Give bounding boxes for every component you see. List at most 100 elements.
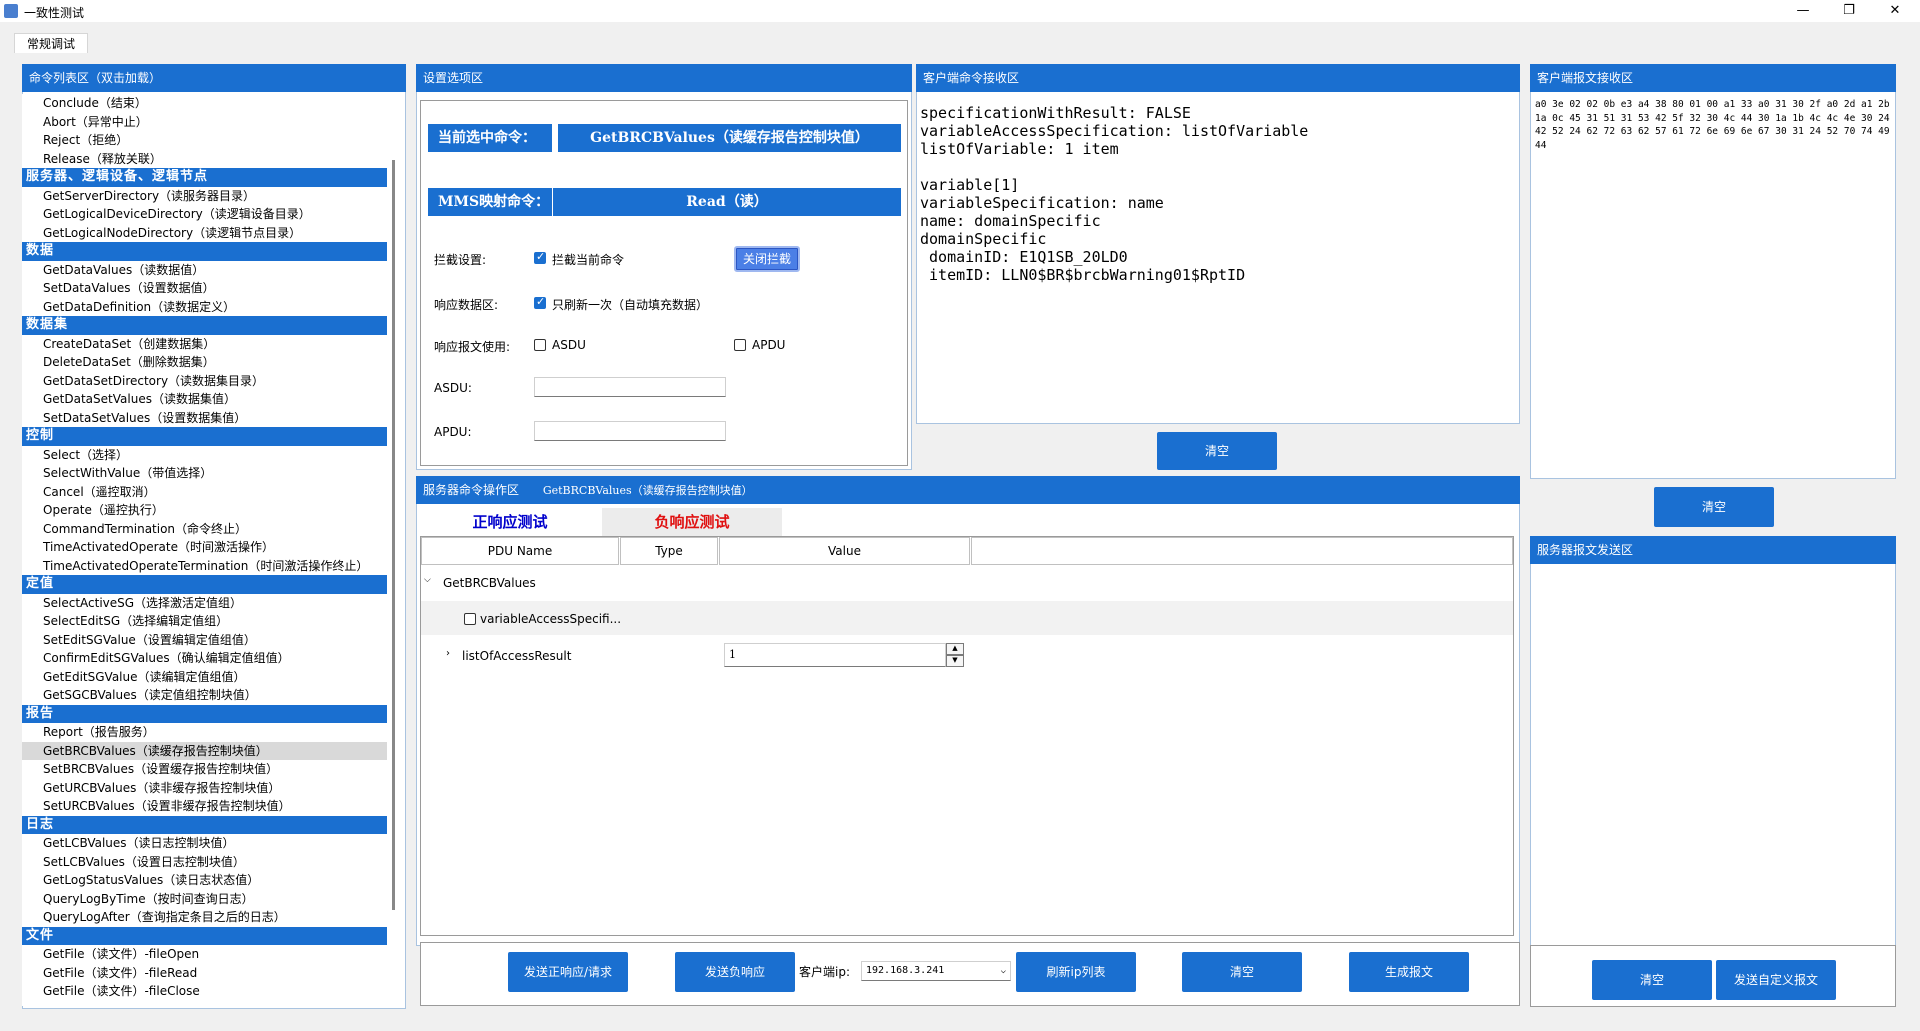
variable-access-checkbox[interactable] <box>464 613 476 625</box>
command-list-item[interactable]: GetDataValues（读数据值） <box>22 261 387 280</box>
command-list-item[interactable]: Reject（拒绝） <box>22 131 387 150</box>
tab-negative-response[interactable]: 负响应测试 <box>602 508 782 536</box>
intercept-checkbox[interactable] <box>534 250 546 264</box>
title-bar: 一致性测试 — ❐ ✕ <box>0 0 1920 22</box>
asdu-input[interactable] <box>534 377 726 397</box>
client-ip-select[interactable]: 192.168.3.241 ⌵ <box>861 961 1011 981</box>
command-list-item[interactable]: GetLogicalDeviceDirectory（读逻辑设备目录） <box>22 205 387 224</box>
command-list-item[interactable]: Report（报告服务） <box>22 723 387 742</box>
tab-strip: 常规调试 <box>0 22 1920 53</box>
send-positive-button[interactable]: 发送正响应/请求 <box>508 952 628 992</box>
response-data-area-label: 响应数据区: <box>434 298 499 312</box>
command-list-item[interactable]: QueryLogByTime（按时间查询日志） <box>22 890 387 909</box>
command-list-item[interactable]: GetSGCBValues（读定值组控制块值） <box>22 686 387 705</box>
command-list-item[interactable]: SetDataValues（设置数据值） <box>22 279 387 298</box>
send-custom-packet-button[interactable]: 发送自定义报文 <box>1716 960 1836 1000</box>
generate-packet-button[interactable]: 生成报文 <box>1349 952 1469 992</box>
window-title: 一致性测试 <box>24 6 85 20</box>
command-list[interactable]: Conclude（结束） Abort（异常中止） Reject（拒绝） Release… <box>22 94 387 1006</box>
refresh-ip-button[interactable]: 刷新ip列表 <box>1016 952 1136 992</box>
expand-chevron-icon[interactable]: ⌵ <box>424 575 431 585</box>
column-value[interactable]: Value <box>719 537 970 565</box>
command-list-item[interactable]: SetDataSetValues（设置数据集值） <box>22 409 387 428</box>
command-list-item[interactable]: SetEditSGValue（设置编辑定值组值） <box>22 631 387 650</box>
tab-positive-response[interactable]: 正响应测试 <box>420 508 600 536</box>
command-list-item[interactable]: Select（选择） <box>22 446 387 465</box>
apdu-checkbox-label: APDU <box>752 338 786 352</box>
tab-general-debug[interactable]: 常规调试 <box>14 33 89 53</box>
mms-mapping-value: Read（读） <box>553 188 901 216</box>
refresh-once-checkbox[interactable] <box>534 295 546 309</box>
command-list-item[interactable]: Operate（遥控执行） <box>22 501 387 520</box>
command-list-item[interactable]: GetBRCBValues（读缓存报告控制块值） <box>22 741 387 760</box>
minimize-button[interactable]: — <box>1780 0 1826 22</box>
settings-inner-box <box>420 100 908 466</box>
asdu-checkbox[interactable] <box>534 339 546 351</box>
mms-mapping-label: MMS映射命令： <box>428 188 552 216</box>
spin-down-icon[interactable]: ▼ <box>946 655 964 667</box>
list-access-result-input[interactable]: 1 <box>724 643 946 667</box>
command-list-item[interactable]: CommandTermination（命令终止） <box>22 520 387 539</box>
intercept-label: 拦截设置: <box>434 253 487 267</box>
command-list-item[interactable]: GetLCBValues（读日志控制块值） <box>22 834 387 853</box>
command-list-item[interactable]: GetURCBValues（读非缓存报告控制块值） <box>22 779 387 798</box>
command-list-item[interactable]: DeleteDataSet（删除数据集） <box>22 353 387 372</box>
command-group-header: 控制 <box>22 427 387 446</box>
command-list-item[interactable]: QueryLogAfter（查询指定条目之后的日志） <box>22 908 387 927</box>
command-list-item[interactable]: GetLogicalNodeDirectory（读逻辑节点目录） <box>22 224 387 243</box>
client-packet-clear-button[interactable]: 清空 <box>1654 487 1774 527</box>
close-intercept-button[interactable]: 关闭拦截 <box>734 246 800 272</box>
command-list-item[interactable]: SelectActiveSG（选择激活定值组） <box>22 594 387 613</box>
command-list-item[interactable]: GetDataSetDirectory（读数据集目录） <box>22 372 387 391</box>
command-list-item[interactable]: Conclude（结束） <box>22 94 387 113</box>
refresh-once-label: 只刷新一次（自动填充数据） <box>552 298 709 312</box>
command-list-item[interactable]: Release（释放关联） <box>22 150 387 169</box>
command-list-item[interactable]: SetLCBValues（设置日志控制块值） <box>22 853 387 872</box>
command-list-item[interactable]: GetFile（读文件）-fileOpen <box>22 945 387 964</box>
apdu-input[interactable] <box>534 421 726 441</box>
command-list-scrollbar[interactable] <box>392 160 395 910</box>
command-list-item[interactable]: Cancel（遥控取消） <box>22 483 387 502</box>
command-group-header: 文件 <box>22 926 387 945</box>
server-send-clear-button[interactable]: 清空 <box>1592 960 1712 1000</box>
command-list-item[interactable]: SetURCBValues（设置非缓存报告控制块值） <box>22 797 387 816</box>
current-command-value: GetBRCBValues（读缓存报告控制块值） <box>558 124 901 152</box>
chevron-down-icon[interactable]: ⌵ <box>1001 962 1006 980</box>
column-pdu-name[interactable]: PDU Name <box>421 537 619 565</box>
command-list-item[interactable]: CreateDataSet（创建数据集） <box>22 335 387 354</box>
settings-header: 设置选项区 <box>416 64 912 92</box>
command-list-item[interactable]: TimeActivatedOperate（时间激活操作） <box>22 538 387 557</box>
spin-up-icon[interactable]: ▲ <box>946 643 964 655</box>
command-list-item[interactable]: GetFile（读文件）-fileRead <box>22 964 387 983</box>
command-list-item[interactable]: GetFile（读文件）-fileClose <box>22 982 387 1001</box>
close-button[interactable]: ✕ <box>1872 0 1918 22</box>
command-list-item[interactable]: GetDataDefinition（读数据定义） <box>22 298 387 317</box>
restore-button[interactable]: ❐ <box>1826 0 1872 22</box>
column-type[interactable]: Type <box>620 537 718 565</box>
apdu-checkbox[interactable] <box>734 339 746 351</box>
list-access-result-label[interactable]: listOfAccessResult <box>462 649 571 663</box>
command-list-item[interactable]: GetServerDirectory（读服务器目录） <box>22 187 387 206</box>
command-list-item[interactable]: Abort（异常中止） <box>22 113 387 132</box>
command-list-item[interactable]: ConfirmEditSGValues（确认编辑定值组值） <box>22 649 387 668</box>
command-list-item[interactable]: GetLogStatusValues（读日志状态值） <box>22 871 387 890</box>
command-list-item[interactable]: SetBRCBValues（设置缓存报告控制块值） <box>22 760 387 779</box>
client-ip-value: 192.168.3.241 <box>866 965 945 976</box>
command-group-header: 日志 <box>22 815 387 834</box>
intercept-checkbox-label: 拦截当前命令 <box>552 253 625 267</box>
collapsed-chevron-icon[interactable]: › <box>446 648 450 659</box>
client-packet-hex: a0 3e 02 02 0b e3 a4 38 80 01 00 a1 33 a… <box>1535 99 1890 151</box>
command-list-item[interactable]: GetEditSGValue（读编辑定值组值） <box>22 668 387 687</box>
server-send-button-box <box>1530 945 1896 1007</box>
tree-root-label[interactable]: GetBRCBValues <box>443 576 536 590</box>
server-ops-clear-button[interactable]: 清空 <box>1182 952 1302 992</box>
command-list-item[interactable]: TimeActivatedOperateTermination（时间激活操作终止… <box>22 557 387 576</box>
app-icon <box>4 4 18 18</box>
client-command-clear-button[interactable]: 清空 <box>1157 432 1277 470</box>
command-list-item[interactable]: SelectEditSG（选择编辑定值组） <box>22 612 387 631</box>
command-list-item[interactable]: SelectWithValue（带值选择） <box>22 464 387 483</box>
command-list-item[interactable]: GetDataSetValues（读数据集值） <box>22 390 387 409</box>
command-group-header: 定值 <box>22 575 387 594</box>
send-negative-button[interactable]: 发送负响应 <box>675 952 795 992</box>
response-packet-use-label: 响应报文使用: <box>434 340 511 354</box>
